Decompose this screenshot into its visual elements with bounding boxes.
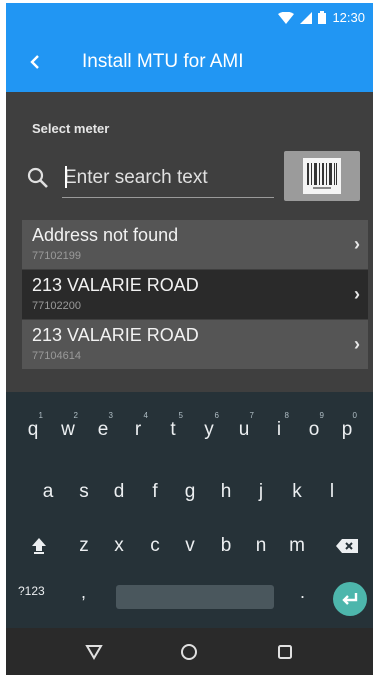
battery-icon — [318, 11, 327, 24]
nav-recents-button[interactable] — [265, 632, 305, 672]
backspace-icon — [336, 539, 358, 553]
key-w[interactable]: w2 — [53, 410, 83, 450]
enter-arrow-icon — [342, 593, 358, 605]
signal-icon — [300, 11, 313, 24]
back-button[interactable] — [6, 32, 64, 92]
meter-selection-panel: Select meter Addres — [6, 92, 373, 392]
chevron-right-icon: › — [354, 284, 360, 304]
app-bar: Install MTU for AMI — [6, 32, 373, 92]
wifi-icon — [278, 11, 295, 24]
key-k[interactable]: k — [282, 472, 312, 512]
square-recents-icon — [278, 644, 293, 659]
status-time: 12:30 — [332, 10, 365, 25]
comma-key[interactable]: , — [81, 582, 86, 603]
nav-home-button[interactable] — [169, 632, 209, 672]
key-u[interactable]: u7 — [229, 410, 259, 450]
search-icon — [27, 167, 48, 188]
chevron-right-icon: › — [354, 234, 360, 254]
meter-list-item[interactable]: Address not found 77102199 › — [22, 220, 368, 269]
meter-address: Address not found — [32, 225, 179, 245]
key-s[interactable]: s — [69, 472, 99, 512]
status-bar: 12:30 — [6, 3, 373, 32]
key-n[interactable]: n — [246, 526, 276, 566]
key-d[interactable]: d — [104, 472, 134, 512]
select-meter-label: Select meter — [32, 121, 110, 136]
key-e[interactable]: e3 — [88, 410, 118, 450]
key-z[interactable]: z — [69, 526, 99, 566]
meter-address: 213 VALARIE ROAD — [32, 325, 199, 345]
key-x[interactable]: x — [104, 526, 134, 566]
on-screen-keyboard: q1 w2 e3 r4 t5 y6 u7 i8 o9 p0 a s d f g … — [6, 392, 373, 628]
symbols-key[interactable]: ?123 — [18, 584, 45, 598]
meter-number: 77102200 — [32, 300, 81, 312]
search-input[interactable] — [62, 158, 274, 198]
key-q[interactable]: q1 — [18, 410, 48, 450]
key-p[interactable]: p0 — [332, 410, 362, 450]
shift-key[interactable] — [24, 526, 54, 566]
page-title: Install MTU for AMI — [82, 51, 244, 72]
enter-key[interactable] — [333, 582, 367, 616]
key-h[interactable]: h — [211, 472, 241, 512]
barcode-icon — [303, 158, 341, 194]
key-r[interactable]: r4 — [123, 410, 153, 450]
nav-back-button[interactable] — [74, 632, 114, 672]
key-l[interactable]: l — [317, 472, 347, 512]
key-o[interactable]: o9 — [299, 410, 329, 450]
key-i[interactable]: i8 — [264, 410, 294, 450]
meter-number: 77102199 — [32, 250, 81, 262]
triangle-back-icon — [85, 644, 103, 660]
keyboard-row-2: a s d f g h j k l — [6, 472, 373, 512]
back-chevron-icon — [30, 55, 39, 69]
barcode-scan-button[interactable] — [284, 151, 360, 201]
key-b[interactable]: b — [211, 526, 241, 566]
backspace-key[interactable] — [332, 526, 362, 566]
key-t[interactable]: t5 — [158, 410, 188, 450]
key-m[interactable]: m — [282, 526, 312, 566]
key-f[interactable]: f — [140, 472, 170, 512]
meter-number: 77104614 — [32, 350, 81, 362]
shift-icon — [32, 538, 46, 554]
circle-home-icon — [181, 643, 198, 660]
meter-list: Address not found 77102199 › 213 VALARIE… — [22, 220, 368, 370]
key-c[interactable]: c — [140, 526, 170, 566]
keyboard-row-1: q1 w2 e3 r4 t5 y6 u7 i8 o9 p0 — [6, 410, 373, 450]
key-g[interactable]: g — [175, 472, 205, 512]
space-key[interactable] — [116, 585, 274, 609]
key-v[interactable]: v — [175, 526, 205, 566]
meter-list-item[interactable]: 213 VALARIE ROAD 77104614 › — [22, 320, 368, 369]
keyboard-row-3: z x c v b n m — [6, 526, 373, 566]
key-a[interactable]: a — [33, 472, 63, 512]
meter-list-item[interactable]: 213 VALARIE ROAD 77102200 › — [22, 270, 368, 319]
meter-address: 213 VALARIE ROAD — [32, 275, 199, 295]
phone-screen: 12:30 Install MTU for AMI Select meter E… — [6, 3, 373, 675]
key-j[interactable]: j — [246, 472, 276, 512]
navigation-bar — [6, 628, 373, 675]
text-caret — [65, 166, 67, 188]
period-key[interactable]: . — [300, 582, 305, 603]
key-y[interactable]: y6 — [194, 410, 224, 450]
chevron-right-icon: › — [354, 334, 360, 354]
